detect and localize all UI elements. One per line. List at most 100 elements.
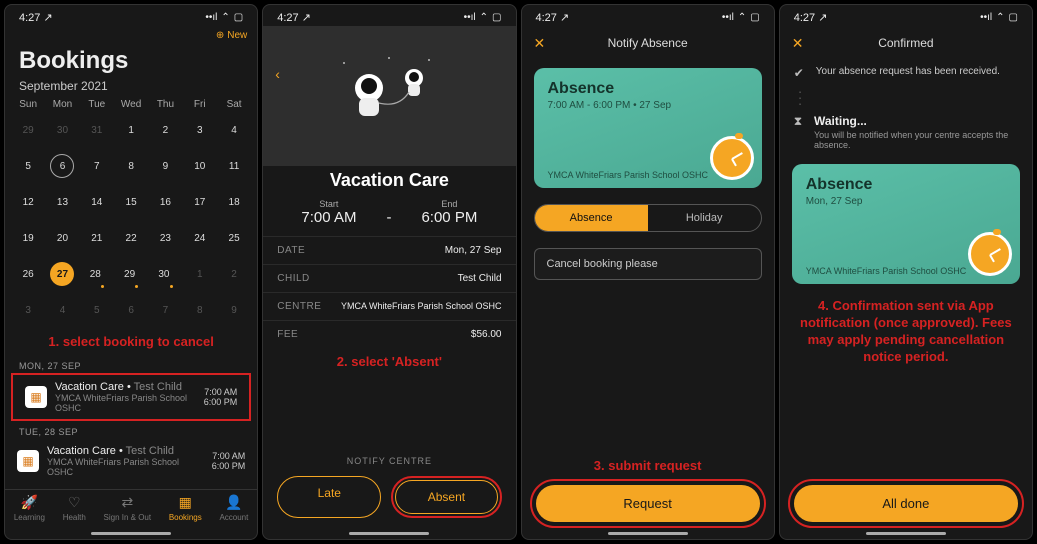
screen-booking-detail: 4:27 ↗ ••ıl⌃▢ ‹ Vacation Care Start7:00 … xyxy=(262,4,516,540)
annotation-2: 2. select 'Absent' xyxy=(263,348,515,375)
calendar-day[interactable]: 4 xyxy=(50,298,74,322)
day-header-1: MON, 27 SEP xyxy=(5,355,257,373)
calendar-day[interactable]: 14 xyxy=(85,190,109,214)
calendar-day[interactable]: 5 xyxy=(16,154,40,178)
close-icon[interactable]: ✕ xyxy=(534,35,546,52)
booking-row[interactable]: ▦ Vacation Care • Test Child YMCA WhiteF… xyxy=(11,373,251,421)
calendar-day[interactable]: 13 xyxy=(50,190,74,214)
calendar-day[interactable]: 4 xyxy=(222,118,246,142)
absence-card: Absence 7:00 AM - 6:00 PM • 27 Sep YMCA … xyxy=(534,68,762,188)
calendar-day[interactable]: 8 xyxy=(188,298,212,322)
tab-bookings[interactable]: ▦Bookings xyxy=(169,494,202,522)
home-indicator xyxy=(91,532,171,535)
late-button[interactable]: Late xyxy=(277,476,381,518)
segment-holiday[interactable]: Holiday xyxy=(648,205,761,231)
notify-header: NOTIFY CENTRE xyxy=(263,456,515,466)
plus-icon: ⊕ xyxy=(216,30,224,41)
screen-notify-absence: 4:27 ↗ ••ıl⌃▢ ✕ Notify Absence Absence 7… xyxy=(521,4,775,540)
tab-health[interactable]: ♡Health xyxy=(63,494,86,522)
annotation-1: 1. select booking to cancel xyxy=(5,328,257,355)
calendar-day[interactable]: 20 xyxy=(50,226,74,250)
status-bar: 4:27 ↗ ••ıl⌃▢ xyxy=(780,5,1032,26)
clock-icon xyxy=(968,232,1012,276)
calendar-day[interactable]: 12 xyxy=(16,190,40,214)
hourglass-icon: ⧗ xyxy=(794,114,806,129)
annotation-3: 3. submit request xyxy=(522,452,774,479)
calendar-day[interactable]: 7 xyxy=(85,154,109,178)
calendar-icon: ▦ xyxy=(17,450,39,472)
modal-header: ✕ Notify Absence xyxy=(522,26,774,60)
calendar-day[interactable]: 9 xyxy=(222,298,246,322)
booking-row[interactable]: ▦ Vacation Care • Test Child YMCA WhiteF… xyxy=(5,439,257,483)
row-centre: CENTREYMCA WhiteFriars Parish School OSH… xyxy=(263,292,515,320)
page-title: Bookings xyxy=(5,41,257,77)
calendar-day[interactable]: 17 xyxy=(188,190,212,214)
home-indicator xyxy=(608,532,688,535)
calendar-icon: ▦ xyxy=(25,386,47,408)
segment-absence[interactable]: Absence xyxy=(535,205,648,231)
calendar-day[interactable]: 22 xyxy=(119,226,143,250)
calendar-day[interactable]: 19 xyxy=(16,226,40,250)
tab-account[interactable]: 👤Account xyxy=(219,494,248,522)
new-button[interactable]: ⊕ New xyxy=(216,30,247,41)
tab-sign-in-out[interactable]: ⇄Sign In & Out xyxy=(104,494,152,522)
calendar-day[interactable]: 29 xyxy=(16,118,40,142)
calendar-day[interactable]: 1 xyxy=(188,262,212,286)
annotation-4: 4. Confirmation sent via App notificatio… xyxy=(780,292,1032,372)
modal-header: ✕ Confirmed xyxy=(780,26,1032,60)
status-bar: 4:27 ↗ ••ıl⌃▢ xyxy=(263,5,515,26)
home-indicator xyxy=(349,532,429,535)
calendar-day[interactable]: 3 xyxy=(16,298,40,322)
calendar-day[interactable]: 1 xyxy=(119,118,143,142)
day-header-2: TUE, 28 SEP xyxy=(5,421,257,439)
calendar-day[interactable]: 3 xyxy=(188,118,212,142)
calendar-day[interactable]: 27 xyxy=(50,262,74,286)
calendar-day[interactable]: 21 xyxy=(85,226,109,250)
calendar-day[interactable]: 30 xyxy=(153,262,177,286)
back-icon[interactable]: ‹ xyxy=(275,66,280,82)
weekday-row: SunMonTueWedThuFriSat xyxy=(5,97,257,112)
request-button[interactable]: Request xyxy=(536,485,760,522)
absence-type-segment[interactable]: Absence Holiday xyxy=(534,204,762,232)
calendar-day[interactable]: 7 xyxy=(153,298,177,322)
calendar-day[interactable]: 30 xyxy=(50,118,74,142)
calendar-day[interactable]: 6 xyxy=(50,154,74,178)
absent-button[interactable]: Absent xyxy=(395,480,497,514)
time-range: Start7:00 AM - End6:00 PM xyxy=(263,191,515,236)
calendar-day[interactable]: 28 xyxy=(85,262,109,286)
reason-input[interactable]: Cancel booking please xyxy=(534,248,762,280)
calendar-day[interactable]: 16 xyxy=(153,190,177,214)
calendar-day[interactable]: 2 xyxy=(222,262,246,286)
calendar-day[interactable]: 31 xyxy=(85,118,109,142)
calendar-day[interactable]: 18 xyxy=(222,190,246,214)
status-bar: 4:27 ↗ ••ıl⌃▢ xyxy=(522,5,774,26)
calendar-day[interactable]: 2 xyxy=(153,118,177,142)
status-received: ✔ Your absence request has been received… xyxy=(780,60,1032,86)
calendar-day[interactable]: 11 xyxy=(222,154,246,178)
tab-learning[interactable]: 🚀Learning xyxy=(14,494,45,522)
calendar-day[interactable]: 23 xyxy=(153,226,177,250)
screen-bookings: 4:27 ↗ ••ıl⌃▢ ⊕ New Bookings September 2… xyxy=(4,4,258,540)
calendar-day[interactable]: 9 xyxy=(153,154,177,178)
astronaut-illustration xyxy=(329,48,449,128)
calendar-day[interactable]: 24 xyxy=(188,226,212,250)
all-done-button[interactable]: All done xyxy=(794,485,1018,522)
calendar-day[interactable]: 29 xyxy=(119,262,143,286)
calendar-grid[interactable]: 2930311234567891011121314151617181920212… xyxy=(5,112,257,328)
calendar-day[interactable]: 5 xyxy=(85,298,109,322)
hero-header: ‹ xyxy=(263,26,515,166)
check-icon: ✔ xyxy=(794,66,808,80)
calendar-day[interactable]: 10 xyxy=(188,154,212,178)
absence-card: Absence Mon, 27 Sep YMCA WhiteFriars Par… xyxy=(792,164,1020,284)
calendar-day[interactable]: 26 xyxy=(16,262,40,286)
row-child: CHILDTest Child xyxy=(263,264,515,292)
calendar-day[interactable]: 8 xyxy=(119,154,143,178)
calendar-day[interactable]: 6 xyxy=(119,298,143,322)
calendar-day[interactable]: 15 xyxy=(119,190,143,214)
calendar-day[interactable]: 25 xyxy=(222,226,246,250)
clock-icon xyxy=(710,136,754,180)
row-date: DATEMon, 27 Sep xyxy=(263,236,515,264)
close-icon[interactable]: ✕ xyxy=(792,35,804,52)
screen-confirmed: 4:27 ↗ ••ıl⌃▢ ✕ Confirmed ✔ Your absence… xyxy=(779,4,1033,540)
status-waiting: ⧗ Waiting... You will be notified when y… xyxy=(780,108,1032,156)
